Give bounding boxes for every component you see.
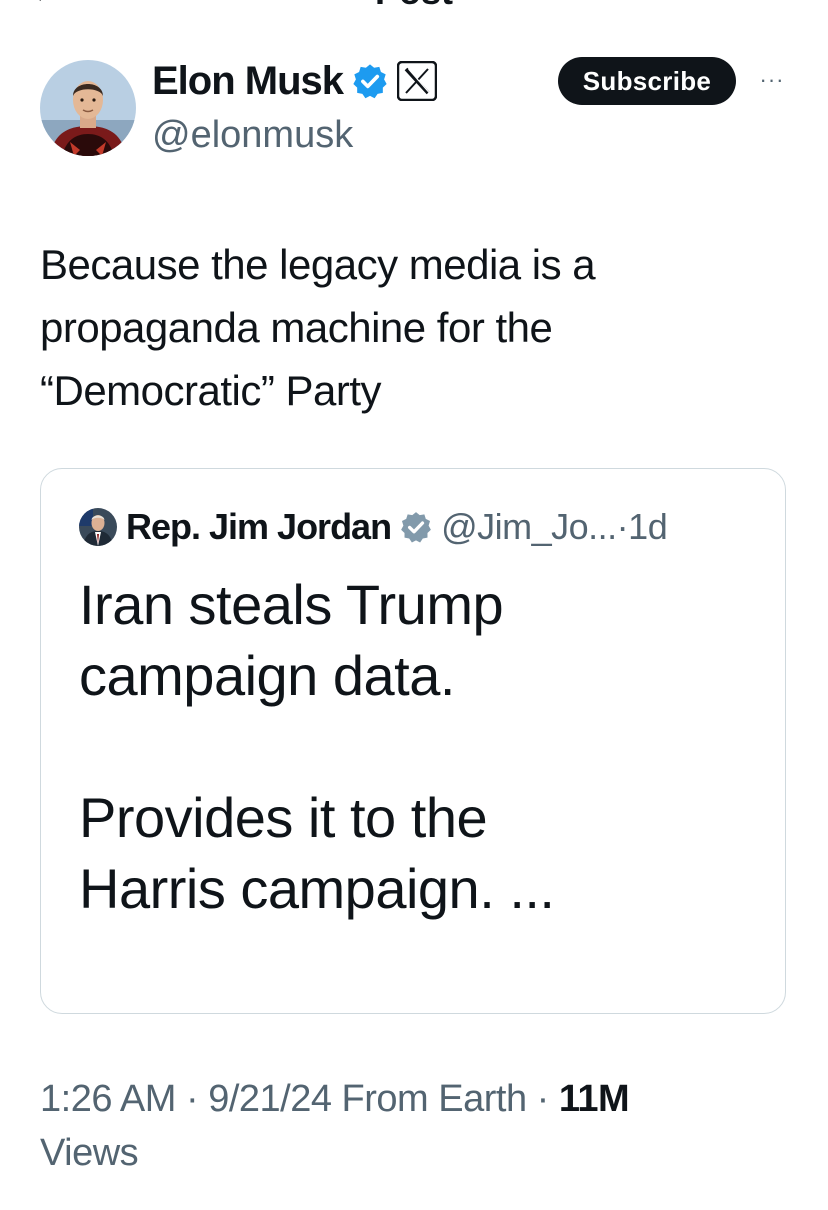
author-handle[interactable]: @elonmusk xyxy=(152,112,353,158)
post-text: Because the legacy media is a propaganda… xyxy=(40,241,596,414)
post-date[interactable]: 9/21/24 xyxy=(208,1078,332,1120)
x-logo-icon[interactable] xyxy=(396,60,438,102)
views-label[interactable]: Views xyxy=(40,1132,139,1174)
page-title: Post xyxy=(0,0,828,10)
quoted-post-card[interactable]: Rep. Jim Jordan @Jim_Jo... · 1d Iran ste… xyxy=(40,468,786,1014)
verified-badge-icon[interactable] xyxy=(351,62,389,100)
meta-separator: · xyxy=(175,1078,209,1120)
verified-badge-gray-icon[interactable] xyxy=(399,510,433,544)
subscribe-button[interactable]: Subscribe xyxy=(558,57,736,105)
post-meta: 1:26 AM · 9/21/24 From Earth · 11M Views xyxy=(40,1072,780,1180)
post-time[interactable]: 1:26 AM xyxy=(40,1078,176,1120)
meta-separator: · xyxy=(526,1078,559,1120)
quoted-post-separator: · xyxy=(616,506,629,547)
post-location: From Earth xyxy=(331,1078,528,1120)
quoted-post-time[interactable]: 1d xyxy=(628,506,668,548)
author-name[interactable]: Elon Musk xyxy=(152,59,344,104)
quoted-author-avatar[interactable] xyxy=(79,508,117,546)
author-avatar-image xyxy=(40,60,136,156)
quoted-author-name[interactable]: Rep. Jim Jordan xyxy=(126,506,392,548)
quoted-post-header: Rep. Jim Jordan @Jim_Jo... · 1d xyxy=(79,505,668,549)
quoted-post-text: Iran steals Trump campaign data. Provide… xyxy=(79,573,555,920)
top-bar: ← Post xyxy=(0,0,828,14)
quoted-author-handle[interactable]: @Jim_Jo... xyxy=(441,506,617,548)
author-name-row: Elon Musk xyxy=(152,56,438,106)
more-options-icon[interactable]: ··· xyxy=(752,62,792,98)
author-avatar[interactable] xyxy=(40,60,136,156)
views-count[interactable]: 11M xyxy=(559,1078,630,1120)
